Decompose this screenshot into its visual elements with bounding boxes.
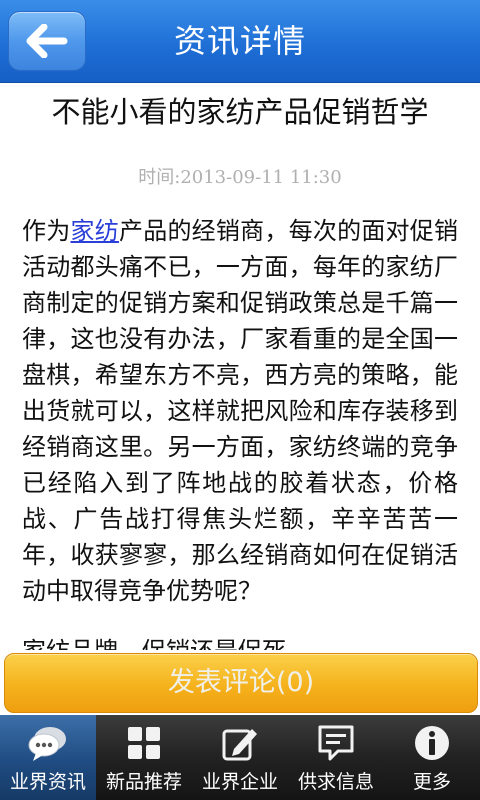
header-bar: 资讯详情 (0, 0, 480, 83)
grid-icon (128, 727, 160, 759)
nav-item-new-products[interactable]: 新品推荐 (96, 715, 192, 800)
article-title: 不能小看的家纺产品促销哲学 (51, 95, 429, 129)
nav-label: 业界企业 (201, 771, 278, 793)
bottom-nav: 业界资讯 新品推荐 业界企业 供求信息 更多 (0, 715, 480, 800)
comment-bar: 发表评论(0) (0, 651, 480, 715)
edit-icon (222, 729, 257, 761)
info-icon (415, 726, 449, 760)
nav-item-enterprises[interactable]: 业界企业 (192, 715, 288, 800)
page-title: 资讯详情 (173, 22, 306, 60)
article-body-text: 产品的经销商，每次的面对促销活动都头痛不已，一方面，每年的家纺厂商制定的促销方案… (22, 217, 459, 605)
nav-label: 供求信息 (297, 771, 374, 793)
nav-label: 新品推荐 (105, 771, 182, 793)
nav-item-supply-demand[interactable]: 供求信息 (288, 715, 384, 800)
nav-label: 更多 (412, 771, 451, 793)
article-time: 时间:2013-09-11 11:30 (138, 167, 342, 188)
article-content[interactable]: 不能小看的家纺产品促销哲学 时间:2013-09-11 11:30 作为家纺产品… (0, 83, 480, 650)
article-keyword-link[interactable]: 家纺 (70, 217, 118, 245)
article-body-prefix: 作为 (22, 217, 71, 245)
chat-bubbles-icon (28, 727, 66, 761)
message-icon (318, 725, 354, 761)
article-subheading: 家纺品牌，促销还是促死 (22, 631, 286, 650)
post-comment-button[interactable]: 发表评论(0) (4, 653, 478, 713)
nav-label: 业界资讯 (9, 771, 86, 793)
nav-item-industry-news[interactable]: 业界资讯 (0, 715, 96, 800)
app-screen: 资讯详情 不能小看的家纺产品促销哲学 时间:2013-09-11 11:30 作… (0, 0, 480, 800)
article-body: 作为家纺产品的经销商，每次的面对促销活动都头痛不已，一方面，每年的家纺厂商制定的… (22, 213, 458, 609)
nav-item-more[interactable]: 更多 (384, 715, 480, 800)
